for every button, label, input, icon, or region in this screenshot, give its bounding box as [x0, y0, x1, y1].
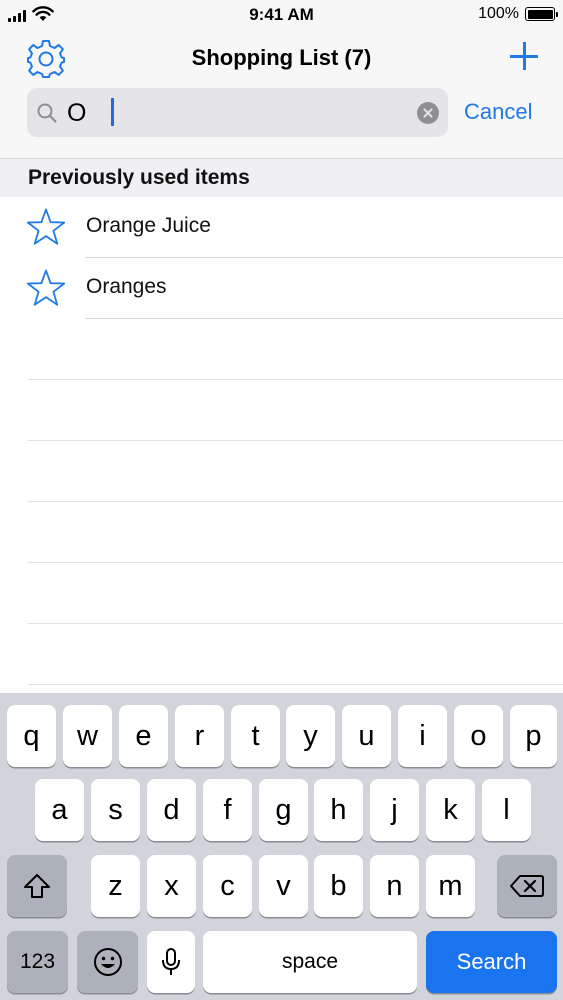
- star-outline-icon[interactable]: [26, 208, 66, 246]
- search-bar[interactable]: [27, 88, 448, 137]
- microphone-key[interactable]: [147, 931, 195, 993]
- space-key[interactable]: space: [203, 931, 417, 993]
- page-title: Shopping List (7): [191, 45, 372, 70]
- key-m[interactable]: m: [426, 855, 475, 917]
- add-item-button[interactable]: [510, 42, 538, 70]
- empty-row-separator: [28, 501, 563, 502]
- search-key[interactable]: Search: [426, 931, 557, 993]
- key-t[interactable]: t: [231, 705, 280, 767]
- key-s[interactable]: s: [91, 779, 140, 841]
- key-r[interactable]: r: [175, 705, 224, 767]
- battery-percent: 100%: [478, 5, 519, 22]
- section-title: Previously used items: [28, 166, 250, 189]
- shift-icon: [24, 874, 50, 898]
- key-k[interactable]: k: [426, 779, 475, 841]
- text-cursor: [111, 98, 114, 126]
- key-q[interactable]: q: [7, 705, 56, 767]
- status-right: 100%: [478, 5, 558, 23]
- key-i[interactable]: i: [398, 705, 447, 767]
- key-e[interactable]: e: [119, 705, 168, 767]
- status-bar: 9:41 AM 100%: [0, 0, 563, 30]
- key-n[interactable]: n: [370, 855, 419, 917]
- emoji-icon: [93, 948, 122, 976]
- empty-row-separator: [28, 379, 563, 380]
- list-item-label: Orange Juice: [86, 214, 211, 237]
- empty-row-separator: [28, 562, 563, 563]
- key-f[interactable]: f: [203, 779, 252, 841]
- row-separator: [86, 318, 563, 319]
- navigation-header: Shopping List (7) Cancel: [0, 30, 563, 159]
- battery-icon: [525, 7, 558, 21]
- suggestions-list: Orange Juice Oranges: [0, 197, 563, 319]
- search-input[interactable]: [67, 95, 407, 131]
- key-o[interactable]: o: [454, 705, 503, 767]
- empty-row-separator: [28, 440, 563, 441]
- list-item[interactable]: Oranges: [0, 258, 563, 319]
- microphone-icon: [162, 948, 180, 975]
- key-d[interactable]: d: [147, 779, 196, 841]
- shift-key[interactable]: [7, 855, 67, 917]
- key-a[interactable]: a: [35, 779, 84, 841]
- key-h[interactable]: h: [314, 779, 363, 841]
- keyboard: q w e r t y u i o p a s d f g h j k l z …: [0, 693, 563, 1000]
- backspace-key[interactable]: [497, 855, 557, 917]
- key-p[interactable]: p: [510, 705, 557, 767]
- key-w[interactable]: w: [63, 705, 112, 767]
- key-b[interactable]: b: [314, 855, 363, 917]
- key-j[interactable]: j: [370, 779, 419, 841]
- key-z[interactable]: z: [91, 855, 140, 917]
- empty-row-separator: [28, 623, 563, 624]
- key-g[interactable]: g: [259, 779, 308, 841]
- star-outline-icon[interactable]: [26, 269, 66, 307]
- numbers-key[interactable]: 123: [7, 931, 68, 993]
- key-x[interactable]: x: [147, 855, 196, 917]
- list-item-label: Oranges: [86, 275, 167, 298]
- list-item[interactable]: Orange Juice: [0, 197, 563, 258]
- section-header: Previously used items: [0, 159, 563, 197]
- cancel-button[interactable]: Cancel: [464, 99, 532, 125]
- screen: 9:41 AM 100% Shopping List (7) Cancel: [0, 0, 563, 1000]
- key-l[interactable]: l: [482, 779, 531, 841]
- key-c[interactable]: c: [203, 855, 252, 917]
- key-u[interactable]: u: [342, 705, 391, 767]
- empty-row-separator: [28, 684, 563, 685]
- clear-x-icon[interactable]: [417, 102, 439, 124]
- backspace-icon: [510, 875, 544, 897]
- key-y[interactable]: y: [286, 705, 335, 767]
- emoji-key[interactable]: [77, 931, 138, 993]
- magnifier-icon: [37, 103, 57, 123]
- key-v[interactable]: v: [259, 855, 308, 917]
